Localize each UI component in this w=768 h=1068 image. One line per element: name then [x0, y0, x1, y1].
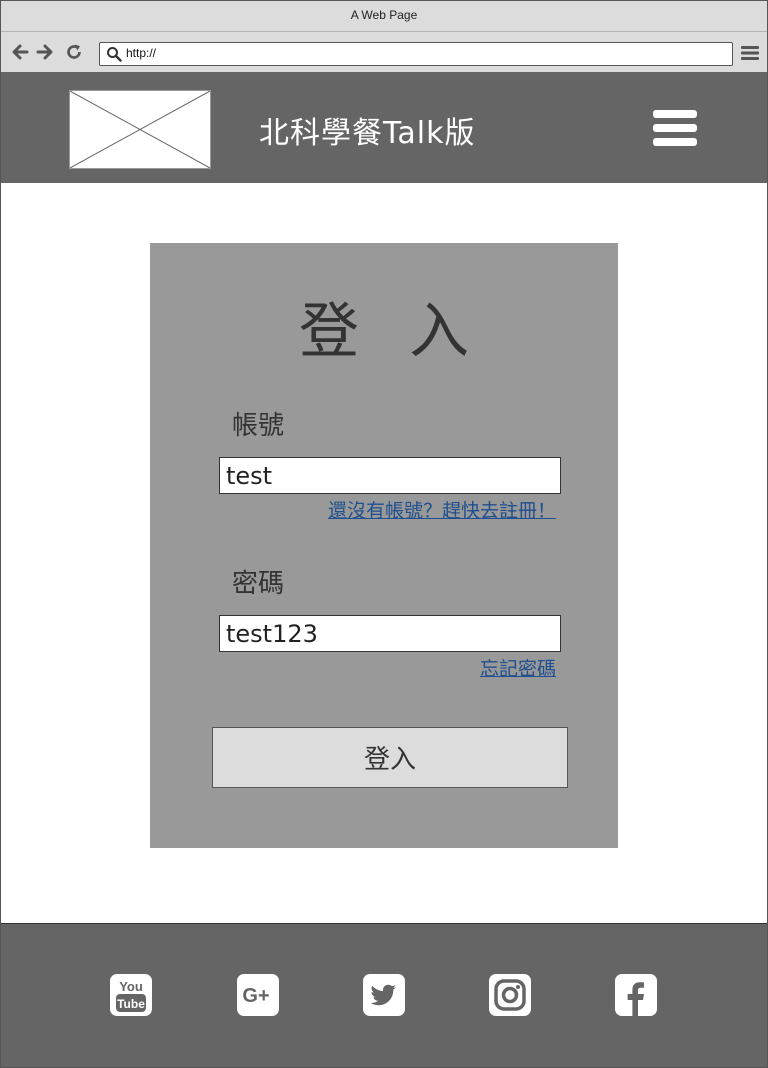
svg-text:G+: G+	[242, 985, 269, 1007]
site-title: 北科學餐Talk版	[259, 116, 476, 151]
site-header: 北科學餐Talk版	[1, 72, 767, 183]
password-label: 密碼	[232, 569, 285, 599]
browser-toolbar: http://	[1, 32, 767, 72]
register-link[interactable]: 還沒有帳號？趕快去註冊！	[328, 496, 556, 523]
youtube-icon[interactable]: You Tube	[110, 974, 152, 1016]
image-placeholder-icon	[69, 90, 211, 169]
instagram-icon[interactable]	[489, 974, 531, 1016]
svg-text:Tube: Tube	[117, 997, 145, 1011]
logo-placeholder-image	[69, 90, 211, 169]
back-arrow-icon[interactable]	[11, 43, 29, 61]
facebook-icon[interactable]	[615, 974, 657, 1016]
svg-text:You: You	[119, 979, 143, 994]
forgot-password-link[interactable]: 忘記密碼	[480, 654, 556, 681]
password-input[interactable]	[219, 615, 561, 652]
window-title: A Web Page	[1, 1, 767, 32]
browser-window: A Web Page http:// 北科學餐Talk版 登入 帳號 test …	[0, 0, 768, 1068]
account-input[interactable]	[219, 457, 561, 494]
reload-icon[interactable]	[65, 43, 83, 61]
google-plus-icon[interactable]: G+	[237, 974, 279, 1016]
account-label: 帳號	[232, 411, 285, 441]
forward-arrow-icon[interactable]	[36, 43, 54, 61]
browser-menu-icon[interactable]	[741, 45, 759, 61]
login-title: 登入	[299, 297, 519, 367]
search-icon	[107, 47, 122, 62]
twitter-icon[interactable]	[363, 974, 405, 1016]
address-bar[interactable]: http://	[99, 42, 733, 66]
url-text: http://	[126, 46, 157, 60]
site-footer: You Tube G+	[1, 923, 767, 1067]
hamburger-menu-icon[interactable]	[653, 110, 697, 146]
login-button[interactable]: 登入	[212, 727, 568, 788]
login-card: 登入 帳號 還沒有帳號？趕快去註冊！ 密碼 忘記密碼 登入	[150, 243, 618, 848]
